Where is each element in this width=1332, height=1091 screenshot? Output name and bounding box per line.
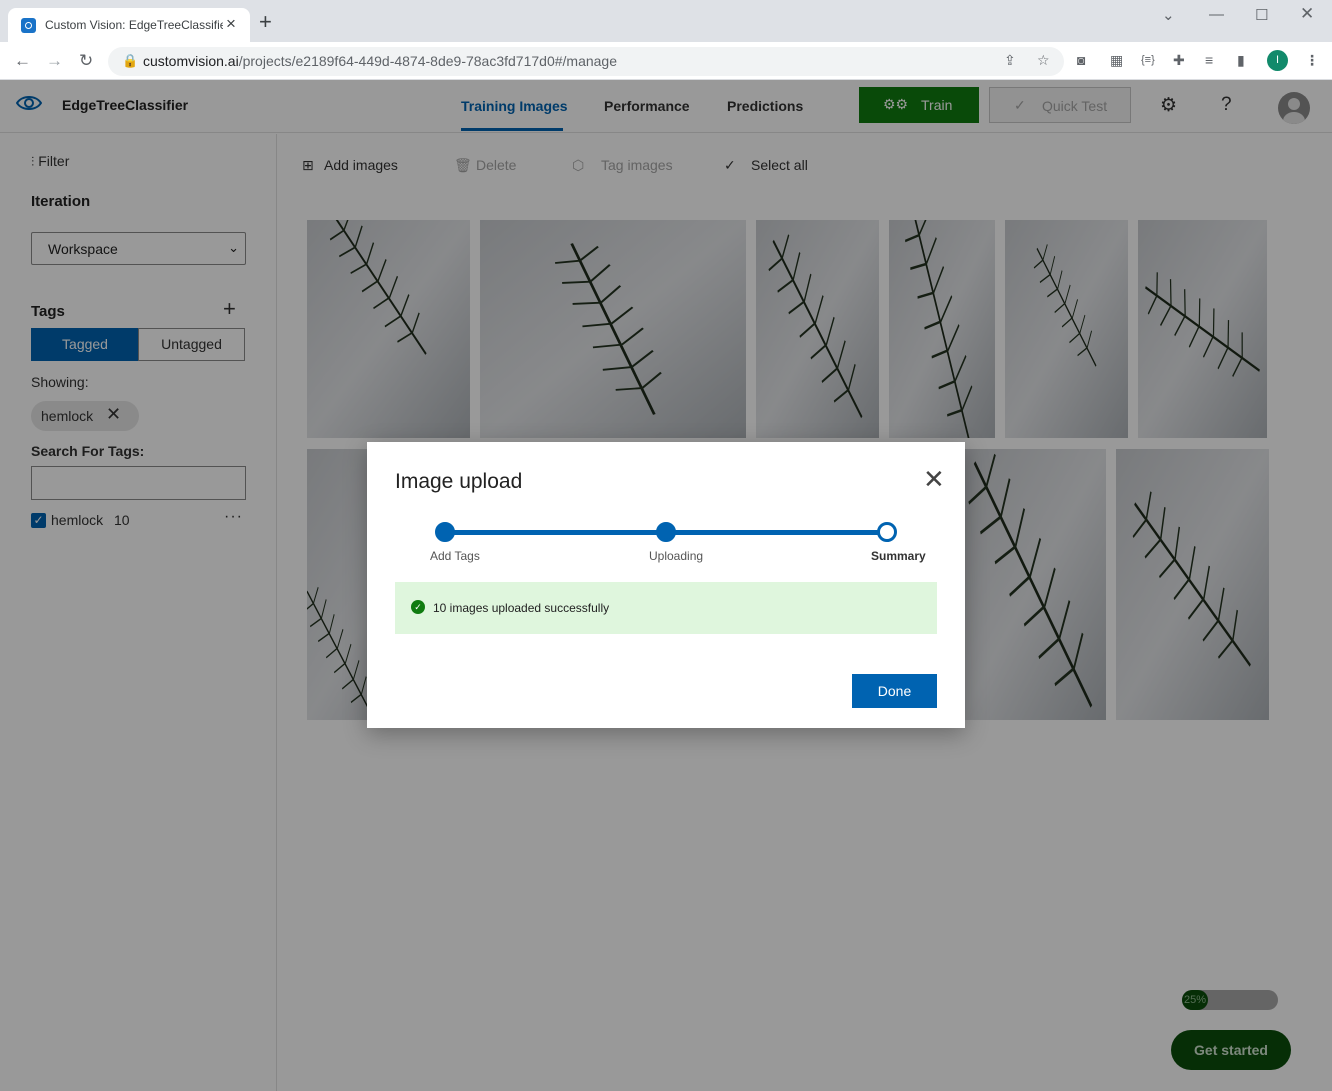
minimize-icon[interactable]: —: [1209, 6, 1224, 23]
json-extension-icon[interactable]: {≡}: [1141, 54, 1155, 66]
custom-vision-favicon-icon: [21, 18, 36, 33]
window-close-icon[interactable]: ✕: [1300, 4, 1314, 24]
url-path: /projects/e2189f64-449d-4874-8de9-78ac3f…: [238, 53, 617, 69]
url-host: customvision.ai: [143, 53, 239, 69]
camera-icon[interactable]: ◙: [1077, 52, 1085, 68]
done-button[interactable]: Done: [852, 674, 937, 708]
extension-grid-icon[interactable]: ▦: [1110, 52, 1123, 69]
step-dot-summary: [877, 522, 897, 542]
step-dot-uploading: [656, 522, 676, 542]
success-check-icon: ✓: [411, 600, 425, 614]
tab-title: Custom Vision: EdgeTreeClassifier: [45, 18, 223, 32]
success-message: 10 images uploaded successfully: [433, 601, 610, 615]
step-label-add-tags: Add Tags: [430, 549, 480, 563]
forward-icon[interactable]: →: [46, 51, 63, 71]
media-controls-icon[interactable]: ≡: [1205, 52, 1213, 68]
success-message-bar: ✓ 10 images uploaded successfully: [395, 582, 937, 634]
tab-search-icon[interactable]: ⌄: [1162, 6, 1175, 24]
browser-tab[interactable]: Custom Vision: EdgeTreeClassifier ×: [8, 8, 250, 42]
browser-toolbar: ← → ↻ 🔒 customvision.ai/projects/e2189f6…: [0, 42, 1332, 80]
close-icon[interactable]: ✕: [923, 466, 945, 492]
share-icon[interactable]: ⇪: [1004, 52, 1016, 69]
browser-tabstrip: Custom Vision: EdgeTreeClassifier × + ⌄ …: [0, 0, 1332, 42]
reload-icon[interactable]: ↻: [79, 51, 93, 71]
image-upload-dialog: Image upload ✕ Add Tags Uploading Summar…: [367, 442, 965, 728]
back-icon[interactable]: ←: [14, 51, 31, 71]
browser-menu-icon[interactable]: ⋮: [1305, 52, 1319, 69]
side-panel-icon[interactable]: ▮: [1237, 52, 1245, 69]
bookmark-star-icon[interactable]: ☆: [1037, 52, 1050, 69]
dialog-title: Image upload: [395, 470, 523, 493]
step-label-uploading: Uploading: [649, 549, 704, 563]
lock-icon: 🔒: [122, 53, 139, 68]
tab-close-icon[interactable]: ×: [226, 14, 236, 34]
step-dot-add-tags: [435, 522, 455, 542]
step-label-summary: Summary: [871, 549, 926, 563]
extensions-puzzle-icon[interactable]: ✚: [1173, 52, 1185, 69]
maximize-icon[interactable]: ☐: [1255, 6, 1268, 24]
new-tab-icon[interactable]: +: [259, 11, 272, 33]
url-text: customvision.ai/projects/e2189f64-449d-4…: [143, 53, 617, 69]
address-bar[interactable]: 🔒 customvision.ai/projects/e2189f64-449d…: [108, 47, 1064, 76]
profile-avatar[interactable]: I: [1267, 50, 1288, 71]
